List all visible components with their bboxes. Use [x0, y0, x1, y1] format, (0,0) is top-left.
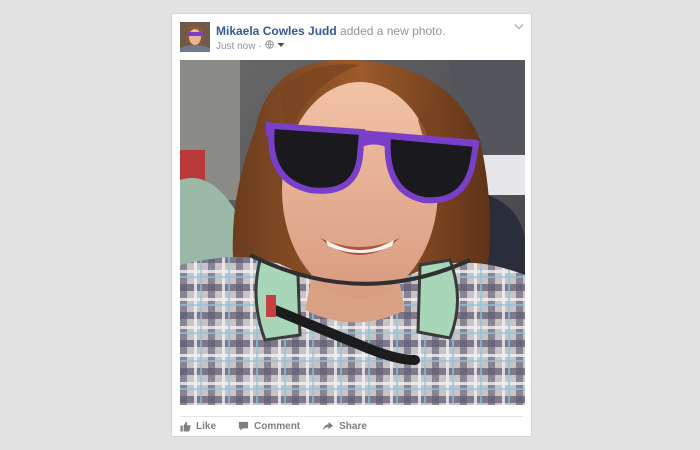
share-label: Share — [339, 421, 367, 432]
like-button[interactable]: Like — [180, 421, 216, 432]
comment-bubble-icon — [238, 421, 249, 432]
thumbs-up-icon — [180, 421, 191, 432]
post-meta: Just now · — [216, 40, 285, 52]
globe-icon — [265, 40, 274, 52]
share-button[interactable]: Share — [322, 421, 367, 432]
post-menu-chevron-icon[interactable] — [514, 22, 524, 33]
post-photo[interactable] — [180, 60, 525, 405]
comment-button[interactable]: Comment — [238, 421, 300, 432]
post-action-text: added a new photo. — [340, 24, 446, 38]
post-actions-bar: Like Comment Share — [180, 421, 367, 432]
share-arrow-icon — [322, 421, 334, 432]
post-header: Mikaela Cowles Judd added a new photo. — [216, 24, 445, 38]
post-timestamp[interactable]: Just now — [216, 41, 255, 52]
feed-post-card: Mikaela Cowles Judd added a new photo. J… — [171, 13, 532, 437]
author-name-link[interactable]: Mikaela Cowles Judd — [216, 24, 337, 38]
author-avatar[interactable] — [180, 22, 210, 52]
actions-divider — [180, 416, 523, 417]
meta-separator: · — [258, 40, 262, 52]
like-label: Like — [196, 421, 217, 432]
comment-label: Comment — [254, 421, 301, 432]
caret-down-icon[interactable] — [277, 41, 285, 51]
